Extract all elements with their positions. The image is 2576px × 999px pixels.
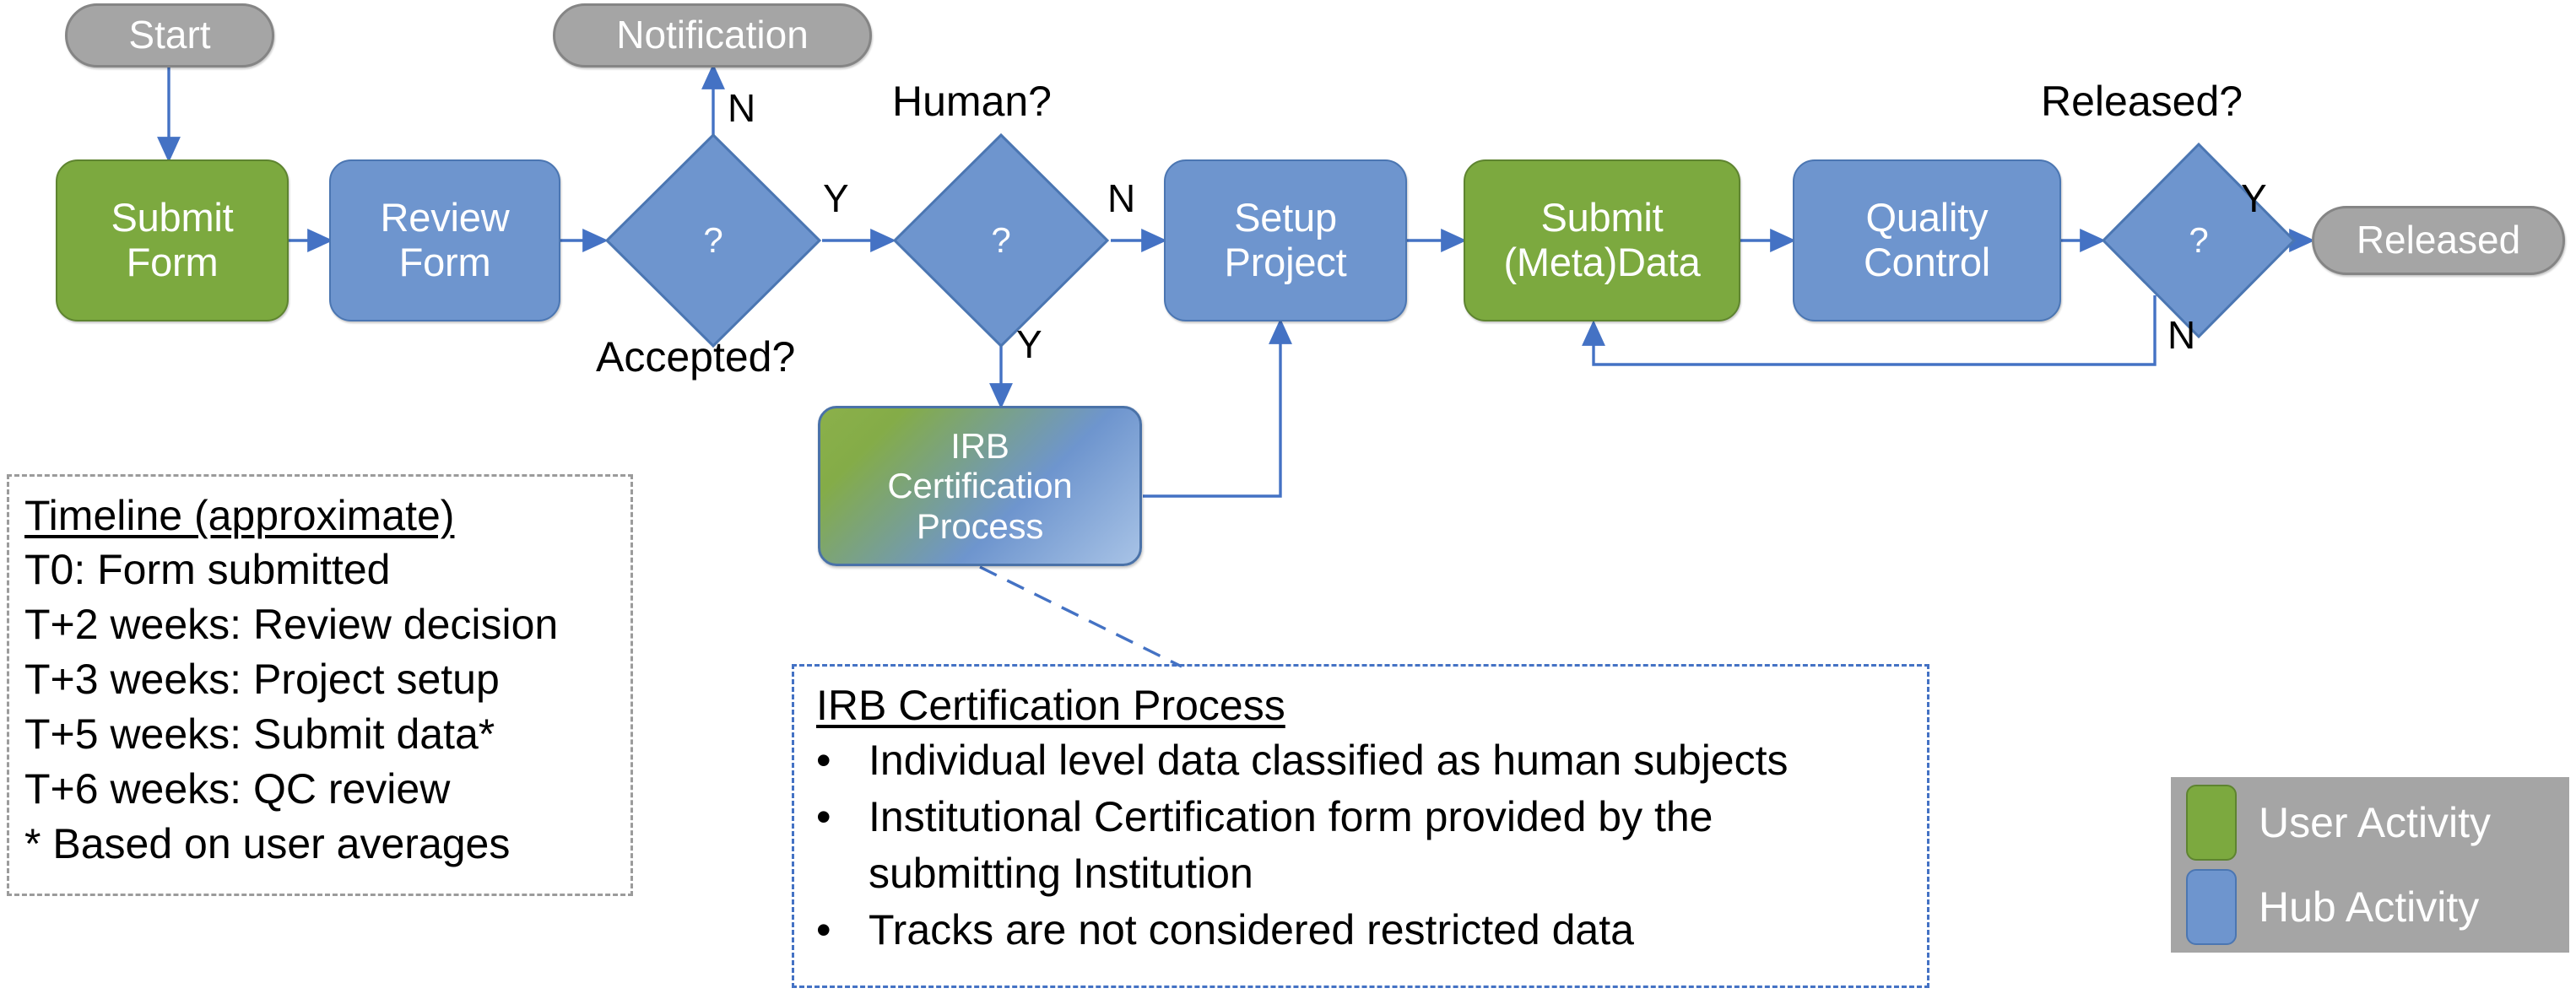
node-quality-control[interactable]: Quality Control [1793,159,2061,321]
bullet-icon: • [816,737,831,784]
node-released[interactable]: Released [2312,206,2565,275]
node-setup-project-label: Setup Project [1224,195,1347,284]
flowchart-canvas: Start Notification Submit Form Review Fo… [0,0,2576,999]
caption-accepted: Accepted? [596,333,796,381]
irb-callout-bullet: • Individual level data classified as hu… [816,732,1908,789]
node-submit-metadata[interactable]: Submit (Meta)Data [1464,159,1740,321]
legend-item-hub-activity: Hub Activity [2186,869,2554,945]
bullet-icon: • [816,906,831,953]
timeline-line: * Based on user averages [24,820,511,867]
node-setup-project[interactable]: Setup Project [1164,159,1407,321]
timeline-line: T+6 weeks: QC review [24,765,451,813]
node-human-decision[interactable]: ? [892,132,1110,348]
node-submit-form[interactable]: Submit Form [56,159,289,321]
node-submit-form-label: Submit Form [111,195,234,284]
irb-callout-bullet-text: Tracks are not considered restricted dat… [869,906,1634,953]
legend: User Activity Hub Activity [2171,777,2569,953]
irb-callout-bullet-text: Institutional Certification form provide… [869,793,1713,897]
irb-callout-panel: IRB Certification Process • Individual l… [792,664,1929,988]
timeline-panel: Timeline (approximate) T0: Form submitte… [7,474,633,896]
node-review-form[interactable]: Review Form [329,159,560,321]
edge-label-released-yes: Y [2241,176,2267,220]
irb-callout-bullet: • Tracks are not considered restricted d… [816,902,1908,958]
node-irb-label: IRB Certification Process [887,426,1073,546]
irb-callout-bullet-text: Individual level data classified as huma… [869,737,1789,784]
timeline-line: T+5 weeks: Submit data* [24,710,495,758]
node-irb-certification-process[interactable]: IRB Certification Process [818,406,1142,566]
node-submit-metadata-label: Submit (Meta)Data [1503,195,1701,284]
caption-released: Released? [2041,78,2243,125]
node-notification[interactable]: Notification [553,3,872,68]
edge-label-accepted-yes: Y [823,176,849,220]
edge-irb-loop-to-setup-project [1143,318,1292,498]
legend-swatch-hub-activity [2186,869,2237,945]
node-released-label: Released [2356,218,2521,262]
irb-callout-title: IRB Certification Process [816,682,1285,729]
legend-swatch-user-activity [2186,785,2237,861]
bullet-icon: • [816,793,831,840]
timeline-title: Timeline (approximate) [24,492,455,539]
leader-line-irb-to-callout [979,565,1182,668]
node-accepted-decision[interactable]: ? [604,132,822,348]
edge-label-human-no: N [1107,176,1136,220]
timeline-line: T+2 weeks: Review decision [24,601,559,648]
legend-label-user-activity: User Activity [2259,799,2492,846]
edge-label-accepted-no: N [728,86,756,130]
timeline-line: T+3 weeks: Project setup [24,656,500,703]
edge-label-released-no: N [2167,313,2196,357]
node-quality-control-label: Quality Control [1863,195,1991,284]
timeline-line: T0: Form submitted [24,546,391,593]
node-notification-label: Notification [616,13,809,57]
node-review-form-label: Review Form [380,195,510,284]
irb-callout-bullet: • Institutional Certification form provi… [816,789,1908,902]
node-start-label: Start [128,13,211,57]
edge-label-human-yes: Y [1016,322,1042,366]
legend-item-user-activity: User Activity [2186,785,2554,861]
node-start[interactable]: Start [65,3,274,68]
caption-human: Human? [892,78,1052,125]
legend-label-hub-activity: Hub Activity [2259,883,2480,931]
node-released-decision[interactable]: ? [2101,142,2297,339]
